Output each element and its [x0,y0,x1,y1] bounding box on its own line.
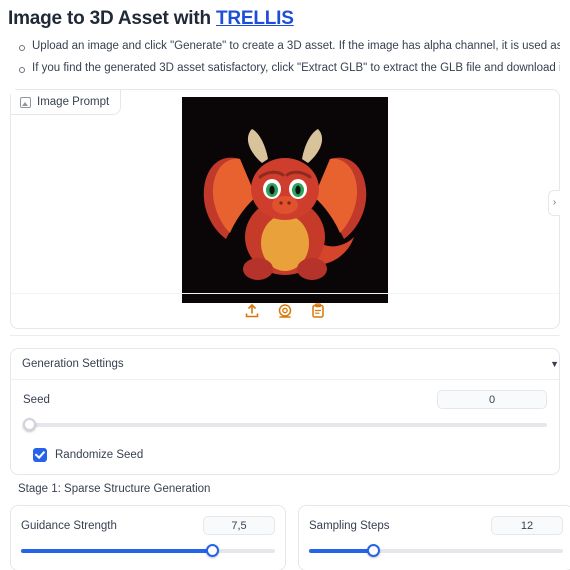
randomize-seed-label: Randomize Seed [55,449,144,462]
page-content: Image to 3D Asset with TRELLIS Upload an… [0,0,570,570]
uploaded-image[interactable] [182,97,388,304]
chevron-right-icon: › [552,197,557,209]
randomize-seed-checkbox[interactable] [33,448,47,463]
seed-slider-track [23,423,547,428]
guidance-strength-input[interactable]: 7,5 [203,516,275,536]
sampling-steps-slider[interactable] [309,544,563,558]
instruction-item-2: If you find the generated 3D asset satis… [10,58,560,80]
guidance-strength-slider[interactable] [21,544,275,558]
seed-row: Seed 0 [23,390,547,410]
stage1-title: Stage 1: Sparse Structure Generation [18,483,211,496]
tab-image-prompt-label: Image Prompt [37,96,110,109]
section-divider [10,335,560,337]
seed-field: Seed 0 [11,380,559,436]
guidance-row: Guidance Strength 7,5 [21,516,275,536]
guidance-strength-label: Guidance Strength [21,519,117,532]
page-title: Image to 3D Asset with TRELLIS [8,0,560,34]
chevron-down-icon[interactable]: ▼ [550,359,559,369]
webcam-icon[interactable] [276,302,294,320]
instruction-text-1: Upload an image and click "Generate" to … [32,40,560,52]
app-root: Image to 3D Asset with TRELLIS Upload an… [0,0,570,570]
image-prompt-panel: Image Prompt › [10,89,560,330]
seed-slider[interactable] [23,418,547,432]
sampling-slider-knob[interactable] [366,544,380,558]
randomize-seed-row[interactable]: Randomize Seed [11,436,559,474]
upload-icon[interactable] [243,302,261,320]
sampling-steps-input[interactable]: 12 [491,516,563,536]
sampling-slider-fill [309,549,373,554]
image-icon [20,96,31,108]
generation-settings-panel: Generation Settings ▼ Seed 0 Randomize S… [10,348,560,476]
guidance-slider-knob[interactable] [205,544,219,558]
trellis-link[interactable]: TRELLIS [216,8,294,29]
instructions-list: Upload an image and click "Generate" to … [10,36,560,79]
tab-image-prompt[interactable]: Image Prompt [11,90,122,116]
stage1-controls: Guidance Strength 7,5 Sampling Steps 12 [10,505,570,570]
seed-input[interactable]: 0 [437,390,547,410]
guidance-slider-fill [21,549,212,554]
expand-panel-button[interactable]: › [548,189,560,216]
dragon-illustration [182,97,388,304]
image-tool-row [11,293,559,328]
page-title-prefix: Image to 3D Asset with [8,8,216,29]
guidance-strength-panel: Guidance Strength 7,5 [10,505,286,570]
image-prompt-tabs: Image Prompt [11,90,122,116]
sampling-row: Sampling Steps 12 [309,516,563,536]
seed-slider-knob[interactable] [23,418,36,432]
instruction-item-1: Upload an image and click "Generate" to … [10,36,560,58]
sampling-steps-panel: Sampling Steps 12 [298,505,570,570]
seed-label: Seed [23,393,50,406]
instruction-text-2: If you find the generated 3D asset satis… [32,61,560,74]
clipboard-icon[interactable] [309,302,327,320]
generation-settings-label: Generation Settings [22,358,124,371]
sampling-steps-label: Sampling Steps [309,519,390,532]
generation-settings-header[interactable]: Generation Settings ▼ [11,349,559,381]
